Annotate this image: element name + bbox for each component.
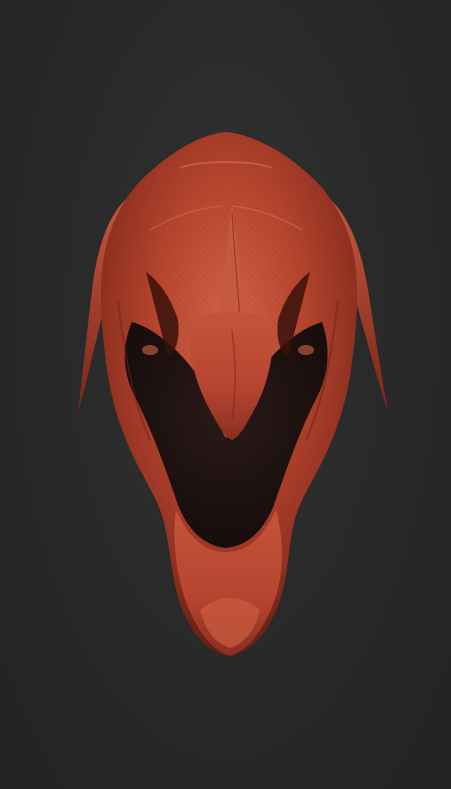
right-eye	[298, 345, 314, 355]
creature-head-sculpt	[78, 132, 388, 656]
viewport-canvas[interactable]	[0, 0, 451, 789]
left-eye	[142, 345, 158, 355]
